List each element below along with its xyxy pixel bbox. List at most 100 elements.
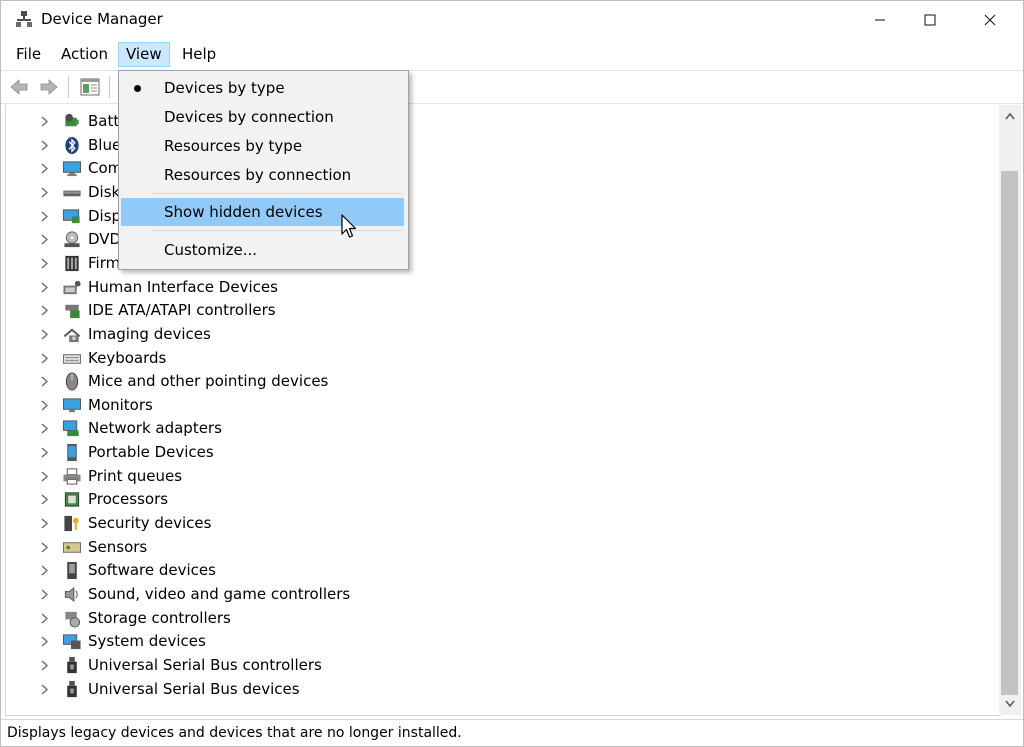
- scroll-down-button[interactable]: [999, 693, 1021, 715]
- chevron-right-icon[interactable]: [38, 683, 50, 696]
- scroll-up-button[interactable]: [999, 105, 1021, 127]
- chevron-right-icon[interactable]: [38, 635, 50, 648]
- device-manager-icon: [16, 11, 32, 27]
- chevron-right-icon[interactable]: [38, 612, 50, 625]
- mouse-cursor-icon: [341, 214, 357, 238]
- menu-item-devices-by-connection[interactable]: Devices by connection: [121, 103, 404, 131]
- tree-node[interactable]: Keyboards: [6, 347, 996, 370]
- usb-icon: [67, 656, 77, 674]
- chevron-right-icon[interactable]: [38, 399, 50, 412]
- tree-node[interactable]: Portable Devices: [6, 441, 996, 464]
- system-icon: [62, 634, 81, 650]
- tree-node[interactable]: Monitors: [6, 394, 996, 417]
- menu-item-customize[interactable]: Customize...: [121, 236, 404, 264]
- view-menu-dropdown: Devices by type Devices by connection Re…: [118, 70, 409, 270]
- camera-icon: [63, 328, 81, 342]
- chevron-right-icon[interactable]: [38, 517, 50, 530]
- back-arrow-icon[interactable]: [9, 77, 29, 97]
- tree-node-label: IDE ATA/ATAPI controllers: [88, 301, 276, 320]
- tree-node-label: Processors: [88, 490, 169, 509]
- menu-item-show-hidden-devices[interactable]: Show hidden devices: [121, 198, 404, 226]
- tree-node-label: Network adapters: [88, 419, 222, 438]
- properties-icon[interactable]: [80, 77, 100, 97]
- tree-node-label: Print queues: [88, 466, 183, 485]
- mouse-icon: [65, 372, 79, 391]
- tree-node[interactable]: Network adapters: [6, 417, 996, 440]
- scroll-thumb[interactable]: [1001, 171, 1018, 695]
- tree-node-label: Software devices: [88, 561, 216, 580]
- tree-node[interactable]: Sensors: [6, 536, 996, 559]
- tree-node[interactable]: Storage controllers: [6, 607, 996, 630]
- tree-node-label: Security devices: [88, 514, 212, 533]
- forward-arrow-icon[interactable]: [39, 77, 59, 97]
- sensor-icon: [62, 541, 82, 553]
- storage-icon: [65, 611, 81, 628]
- tree-node[interactable]: Security devices: [6, 512, 996, 535]
- usb-icon: [67, 680, 77, 697]
- chevron-right-icon[interactable]: [38, 422, 50, 435]
- chevron-right-icon[interactable]: [38, 564, 50, 577]
- chevron-right-icon[interactable]: [38, 470, 50, 483]
- menu-file[interactable]: File: [9, 42, 48, 67]
- tree-node[interactable]: Processors: [6, 488, 996, 511]
- tree-node[interactable]: Mice and other pointing devices: [6, 370, 996, 393]
- tree-node[interactable]: Human Interface Devices: [6, 276, 996, 299]
- toolbar-separator: [68, 76, 69, 98]
- chevron-up-icon: [1005, 112, 1015, 120]
- tree-node-label: Disk: [88, 182, 121, 201]
- chevron-right-icon[interactable]: [38, 281, 50, 294]
- menu-action[interactable]: Action: [54, 42, 115, 67]
- chevron-right-icon[interactable]: [38, 304, 50, 317]
- minimize-button[interactable]: [857, 1, 903, 39]
- tree-node[interactable]: Software devices: [6, 559, 996, 582]
- window-title: Device Manager: [41, 10, 163, 28]
- ide-icon: [65, 304, 80, 319]
- battery-icon: [65, 113, 79, 127]
- sound-icon: [64, 586, 78, 603]
- computer-icon: [62, 161, 82, 177]
- menu-item-resources-by-connection[interactable]: Resources by connection: [121, 161, 404, 189]
- chevron-right-icon[interactable]: [38, 493, 50, 506]
- menu-bar: File Action View Help: [1, 41, 1023, 68]
- tree-node[interactable]: Universal Serial Bus controllers: [6, 654, 996, 677]
- chevron-right-icon[interactable]: [38, 139, 50, 152]
- chevron-right-icon[interactable]: [38, 375, 50, 388]
- chevron-right-icon[interactable]: [38, 328, 50, 341]
- tree-node[interactable]: Imaging devices: [6, 323, 996, 346]
- hid-icon: [63, 280, 81, 294]
- bluetooth-icon: [65, 136, 79, 154]
- menu-separator: [151, 230, 403, 231]
- chevron-right-icon[interactable]: [38, 233, 50, 246]
- chevron-right-icon[interactable]: [38, 186, 50, 199]
- portable-icon: [67, 444, 77, 462]
- disk-icon: [63, 190, 81, 197]
- minimize-icon: [875, 19, 885, 21]
- chevron-right-icon[interactable]: [38, 659, 50, 672]
- menu-view[interactable]: View: [118, 42, 170, 67]
- tree-node-label: Disp: [88, 206, 122, 225]
- device-manager-window: Device Manager File Action View Help Bat…: [0, 0, 1024, 747]
- chevron-right-icon[interactable]: [38, 210, 50, 223]
- tree-node[interactable]: IDE ATA/ATAPI controllers: [6, 299, 996, 322]
- menu-item-devices-by-type[interactable]: Devices by type: [121, 74, 404, 102]
- maximize-icon: [924, 14, 936, 26]
- tree-node[interactable]: Universal Serial Bus devices: [6, 678, 996, 701]
- software-icon: [67, 562, 77, 580]
- display-icon: [62, 208, 80, 223]
- chevron-right-icon[interactable]: [38, 541, 50, 554]
- vertical-scrollbar[interactable]: [999, 105, 1021, 715]
- chevron-right-icon[interactable]: [38, 257, 50, 270]
- menu-item-resources-by-type[interactable]: Resources by type: [121, 132, 404, 160]
- close-button[interactable]: [967, 1, 1013, 39]
- menu-help[interactable]: Help: [175, 42, 223, 67]
- chevron-right-icon[interactable]: [38, 588, 50, 601]
- tree-node[interactable]: Sound, video and game controllers: [6, 583, 996, 606]
- maximize-button[interactable]: [907, 1, 953, 39]
- chevron-right-icon[interactable]: [38, 352, 50, 365]
- keyboard-icon: [62, 353, 82, 364]
- chevron-right-icon[interactable]: [38, 446, 50, 459]
- tree-node[interactable]: Print queues: [6, 465, 996, 488]
- tree-node[interactable]: System devices: [6, 630, 996, 653]
- chevron-right-icon[interactable]: [38, 162, 50, 175]
- chevron-right-icon[interactable]: [38, 115, 50, 128]
